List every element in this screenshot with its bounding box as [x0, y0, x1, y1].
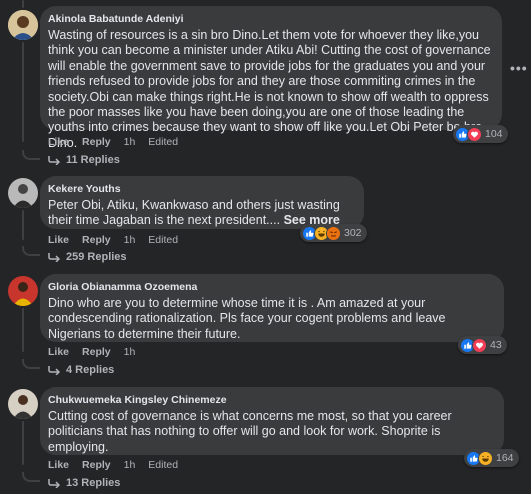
- thread-line: [22, 421, 24, 465]
- view-replies-button[interactable]: 13 Replies: [48, 477, 120, 489]
- replies-count: 11 Replies: [66, 154, 120, 166]
- comment-bubble: Gloria Obianamma Ozoemena Dino who are y…: [40, 274, 504, 342]
- angry-reaction-icon: [326, 225, 341, 241]
- haha-reaction-icon: [478, 450, 493, 466]
- reaction-summary[interactable]: 302: [300, 224, 367, 242]
- reply-arrow-icon: [48, 366, 60, 375]
- more-options-button[interactable]: •••: [510, 60, 528, 76]
- comment-actions: Like Reply 1h Edited: [48, 459, 178, 471]
- comment-text: Dino who are you to determine whose time…: [48, 296, 446, 341]
- view-replies-button[interactable]: 11 Replies: [48, 154, 120, 166]
- thread-line: [22, 308, 24, 352]
- avatar-photo-icon: [8, 276, 38, 306]
- comment-text: Wasting of resources is a sin bro Dino.L…: [48, 28, 491, 150]
- comment-bubble: Kekere Youths Peter Obi, Atiku, Kwankwas…: [40, 176, 364, 229]
- like-button[interactable]: Like: [48, 459, 69, 471]
- like-button[interactable]: Like: [48, 234, 69, 246]
- comment-timestamp[interactable]: 1h: [124, 346, 136, 358]
- comment-actions: Like Reply 1h Edited: [48, 136, 178, 148]
- avatar[interactable]: [8, 389, 38, 419]
- reply-button[interactable]: Reply: [82, 346, 111, 358]
- love-reaction-icon: [467, 126, 482, 142]
- comment-bubble: Akinola Babatunde Adeniyi Wasting of res…: [40, 6, 502, 150]
- reply-arrow-icon: [48, 479, 60, 488]
- thread-line: [22, 42, 24, 142]
- reply-button[interactable]: Reply: [82, 136, 111, 148]
- reaction-summary[interactable]: 43: [458, 336, 507, 354]
- reaction-count: 104: [485, 128, 503, 140]
- thread-elbow: [22, 472, 40, 482]
- comment-text: Cutting cost of governance is what conce…: [48, 409, 452, 454]
- reaction-count: 43: [490, 339, 502, 351]
- avatar[interactable]: [8, 276, 38, 306]
- comment-actions: Like Reply 1h: [48, 346, 148, 358]
- thread-elbow: [22, 246, 40, 256]
- like-button[interactable]: Like: [48, 136, 69, 148]
- reply-arrow-icon: [48, 253, 60, 262]
- replies-count: 13 Replies: [66, 477, 121, 489]
- reply-arrow-icon: [48, 156, 60, 165]
- avatar-photo-icon: [8, 389, 38, 419]
- thread-elbow: [22, 150, 40, 160]
- reaction-count: 302: [344, 227, 362, 239]
- love-reaction-icon: [472, 337, 487, 353]
- reaction-count: 164: [496, 452, 514, 464]
- comment-timestamp[interactable]: 1h: [124, 136, 136, 148]
- reply-button[interactable]: Reply: [82, 459, 111, 471]
- view-replies-button[interactable]: 4 Replies: [48, 364, 114, 376]
- thread-line-top: [22, 0, 24, 8]
- reaction-summary[interactable]: 164: [464, 449, 519, 467]
- comment-bubble: Chukwuemeka Kingsley Chinemeze Cutting c…: [40, 387, 504, 455]
- comment-author[interactable]: Kekere Youths: [48, 182, 354, 196]
- like-button[interactable]: Like: [48, 346, 69, 358]
- edited-label[interactable]: Edited: [148, 234, 178, 246]
- thread-elbow: [22, 359, 40, 369]
- view-replies-button[interactable]: 259 Replies: [48, 251, 127, 263]
- reaction-summary[interactable]: 104: [453, 125, 508, 143]
- comment-timestamp[interactable]: 1h: [124, 234, 136, 246]
- edited-label[interactable]: Edited: [148, 136, 178, 148]
- replies-count: 259 Replies: [66, 251, 127, 263]
- avatar-photo-icon: [8, 178, 38, 208]
- avatar[interactable]: [8, 178, 38, 208]
- comment-author[interactable]: Chukwuemeka Kingsley Chinemeze: [48, 393, 494, 407]
- thread-line: [22, 210, 24, 240]
- edited-label[interactable]: Edited: [148, 459, 178, 471]
- replies-count: 4 Replies: [66, 364, 115, 376]
- comment-author[interactable]: Gloria Obianamma Ozoemena: [48, 280, 494, 294]
- comment-actions: Like Reply 1h Edited: [48, 234, 178, 246]
- avatar[interactable]: [8, 10, 38, 40]
- avatar-photo-icon: [8, 10, 38, 40]
- comment-timestamp[interactable]: 1h: [124, 459, 136, 471]
- comment-author[interactable]: Akinola Babatunde Adeniyi: [48, 12, 492, 26]
- reply-button[interactable]: Reply: [82, 234, 111, 246]
